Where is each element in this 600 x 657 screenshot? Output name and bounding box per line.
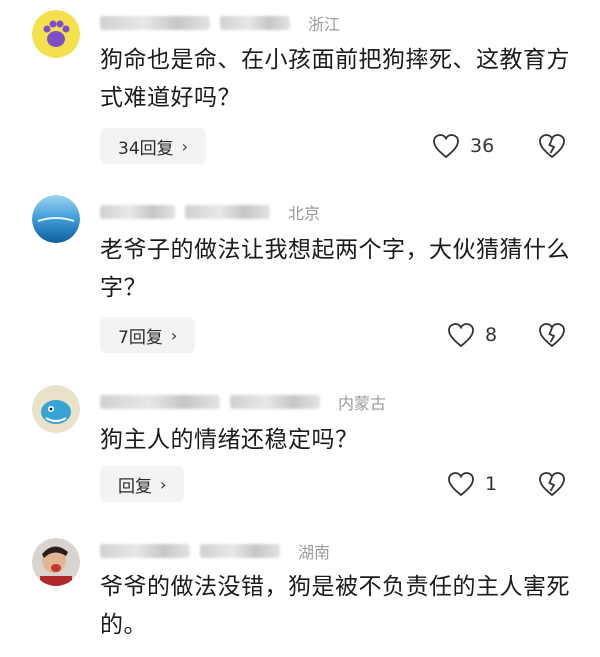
avatar[interactable] <box>32 195 80 243</box>
heart-outline-icon <box>448 323 474 348</box>
location-label: 浙江 <box>308 15 341 34</box>
like-button[interactable]: 8 <box>447 317 497 353</box>
location-label: 内蒙古 <box>338 394 387 413</box>
dislike-button[interactable] <box>538 466 566 502</box>
reply-label: 回复 <box>118 476 152 497</box>
comment-meta: 内蒙古 <box>100 391 386 413</box>
comment-text: 老爷子的做法让我想起两个字，大伙猜猜什么字？ <box>100 237 570 301</box>
blurred-username <box>100 205 175 219</box>
comment-text: 狗主人的情绪还稳定吗？ <box>100 427 359 453</box>
broken-heart-icon <box>539 323 565 348</box>
comment-item: 内蒙古 狗主人的情绪还稳定吗？ 回复 › 1 <box>0 375 600 525</box>
reply-button[interactable]: 7回复 › <box>100 317 196 353</box>
avatar-paw-icon <box>32 10 80 58</box>
blurred-username-extra <box>200 544 280 558</box>
avatar[interactable] <box>32 385 80 433</box>
comment-meta: 浙江 <box>100 12 340 34</box>
location-label: 北京 <box>288 204 321 223</box>
chevron-right-icon: › <box>181 136 189 156</box>
broken-heart-icon <box>539 472 565 497</box>
location-label: 湖南 <box>298 543 331 562</box>
comment-text: 爷爷的做法没错，狗是被不负责任的主人害死的。 <box>100 574 570 638</box>
reply-label: 34回复 <box>118 138 174 159</box>
like-button[interactable]: 1 <box>447 466 497 502</box>
heart-outline-icon <box>448 472 474 497</box>
avatar-sea-icon <box>32 195 80 243</box>
heart-outline-icon <box>433 134 459 159</box>
comment-item: 湖南 爷爷的做法没错，狗是被不负责任的主人害死的。 <box>0 530 600 657</box>
like-count: 1 <box>485 473 498 495</box>
avatar-photo-icon <box>32 538 80 586</box>
blurred-username <box>100 16 210 30</box>
like-count: 8 <box>485 324 498 346</box>
like-button[interactable]: 36 <box>432 128 494 164</box>
blurred-username <box>100 395 220 409</box>
like-count: 36 <box>470 135 495 157</box>
chevron-right-icon: › <box>170 325 178 345</box>
blurred-username-extra <box>230 395 320 409</box>
blurred-username-extra <box>185 205 270 219</box>
comment-text: 狗命也是命、在小孩面前把狗摔死、这教育方式难道好吗？ <box>100 47 570 111</box>
dislike-button[interactable] <box>538 317 566 353</box>
broken-heart-icon <box>539 134 565 159</box>
dislike-button[interactable] <box>538 128 566 164</box>
avatar[interactable] <box>32 10 80 58</box>
reply-button[interactable]: 回复 › <box>100 466 185 502</box>
avatar[interactable] <box>32 538 80 586</box>
avatar-fish-icon <box>32 385 80 433</box>
chevron-right-icon: › <box>160 474 167 494</box>
comment-item: 浙江 狗命也是命、在小孩面前把狗摔死、这教育方式难道好吗？ 34回复 › 36 <box>0 0 600 180</box>
reply-button[interactable]: 34回复 › <box>100 128 207 164</box>
blurred-username-extra <box>220 16 290 30</box>
comment-item: 北京 老爷子的做法让我想起两个字，大伙猜猜什么字？ 7回复 › 8 <box>0 185 600 365</box>
comment-meta: 湖南 <box>100 540 330 562</box>
comment-meta: 北京 <box>100 201 320 223</box>
blurred-username <box>100 544 190 558</box>
reply-label: 7回复 <box>118 327 163 348</box>
